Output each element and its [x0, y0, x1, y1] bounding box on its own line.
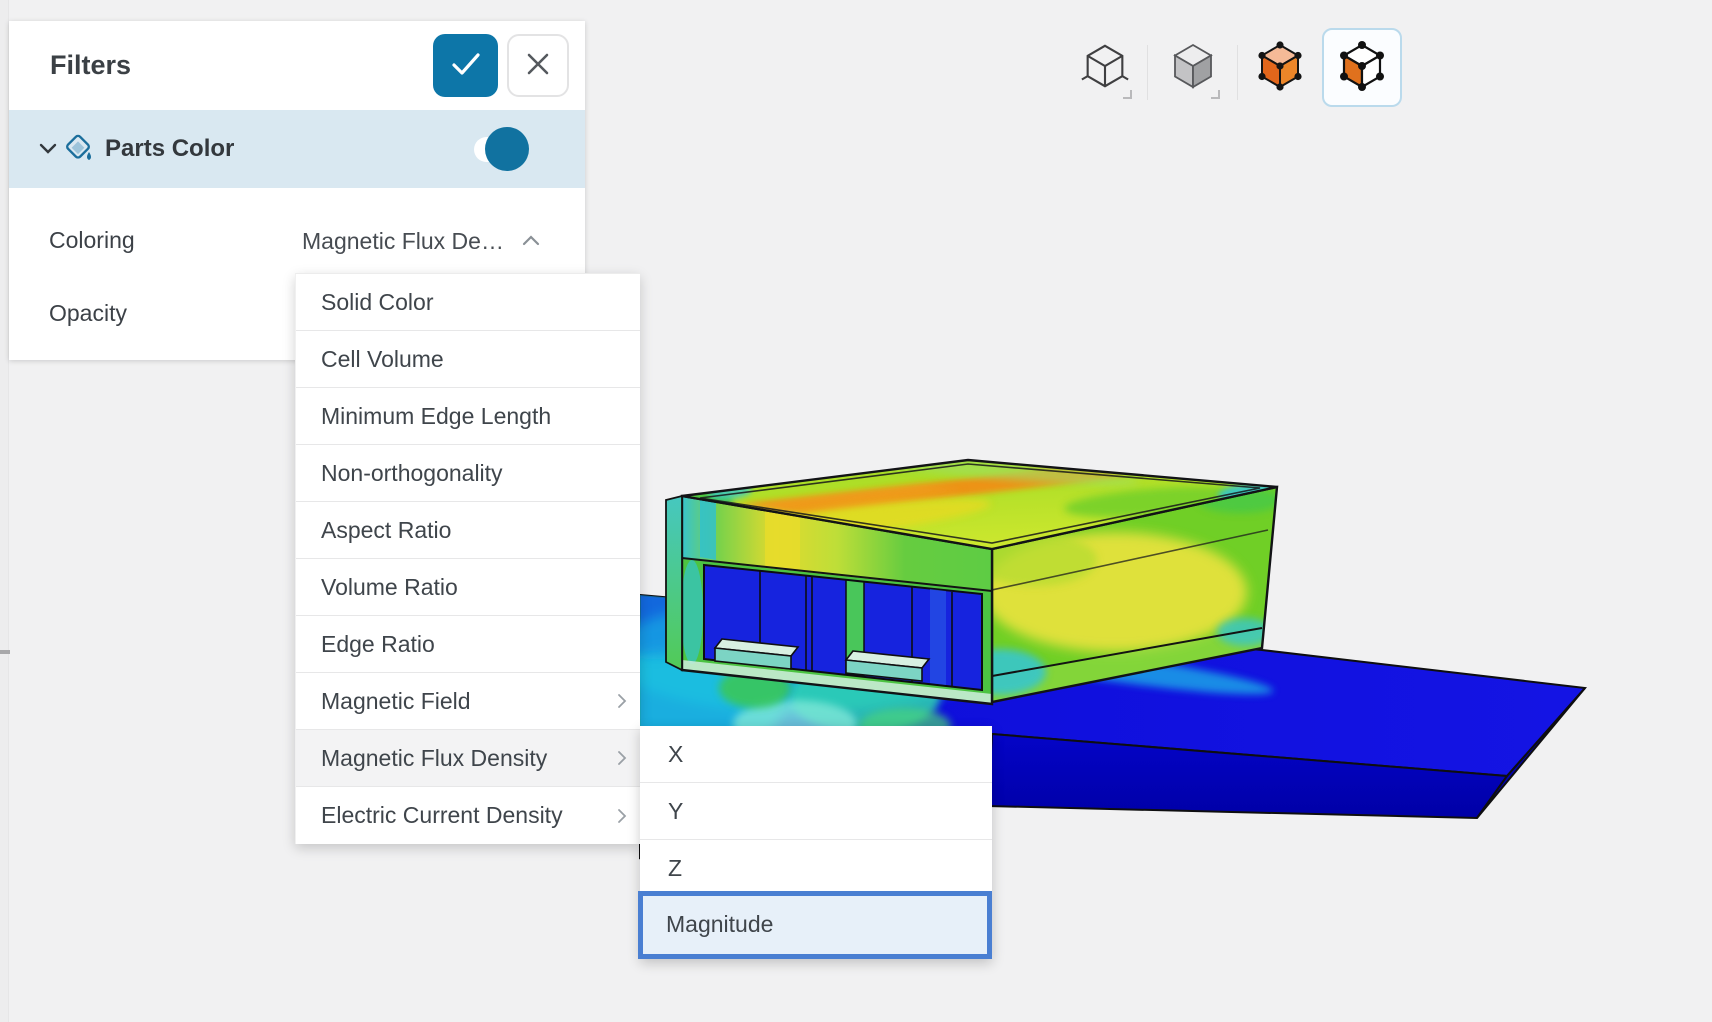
- opacity-label: Opacity: [49, 300, 127, 327]
- paint-bucket-icon: [63, 132, 97, 171]
- chevron-up-icon: [522, 234, 540, 249]
- close-filters-button[interactable]: [507, 34, 569, 97]
- menu-item-minimum-edge-length[interactable]: Minimum Edge Length: [296, 388, 640, 445]
- submenu-item-y[interactable]: Y: [640, 783, 992, 840]
- menu-item-label: Magnetic Field: [321, 688, 471, 714]
- menu-item-label: Magnetic Flux Density: [321, 745, 547, 771]
- submenu-arrow-icon: [617, 730, 627, 786]
- page-title: Filters: [50, 21, 131, 110]
- menu-item-edge-ratio[interactable]: Edge Ratio: [296, 616, 640, 673]
- surface-mesh-view-button[interactable]: [1248, 28, 1312, 107]
- coloring-menu: Solid Color Cell Volume Minimum Edge Len…: [295, 273, 640, 844]
- app-window: Filters P: [0, 0, 1712, 1022]
- menu-item-magnetic-field[interactable]: Magnetic Field: [296, 673, 640, 730]
- wireframe-cube-icon: [1079, 38, 1131, 97]
- surface-wireframe-cube-icon: [1336, 39, 1388, 96]
- parts-color-toggle[interactable]: [474, 127, 529, 171]
- coloring-value: Magnetic Flux De…: [302, 228, 504, 255]
- coloring-select[interactable]: Magnetic Flux De…: [302, 222, 572, 260]
- submenu-item-magnitude[interactable]: Magnitude: [638, 891, 992, 959]
- parts-color-label: Parts Color: [105, 110, 234, 188]
- menu-item-electric-current-density[interactable]: Electric Current Density: [296, 787, 640, 844]
- menu-item-volume-ratio[interactable]: Volume Ratio: [296, 559, 640, 616]
- menu-item-aspect-ratio[interactable]: Aspect Ratio: [296, 502, 640, 559]
- dropdown-corner-icon: [1123, 90, 1132, 99]
- chevron-down-icon: [39, 141, 57, 159]
- menu-item-non-orthogonality[interactable]: Non-orthogonality: [296, 445, 640, 502]
- menu-item-solid-color[interactable]: Solid Color: [296, 274, 640, 331]
- check-icon: [451, 52, 481, 79]
- view-mode-toolbar: [1060, 20, 1420, 115]
- menu-item-label: Electric Current Density: [321, 802, 563, 828]
- wireframe-view-button[interactable]: [1073, 28, 1137, 107]
- parts-color-section[interactable]: Parts Color: [9, 110, 585, 188]
- toolbar-separator: [1237, 45, 1238, 100]
- coloring-label: Coloring: [49, 227, 135, 254]
- toolbar-separator: [1147, 45, 1148, 100]
- submenu-item-label: Magnitude: [643, 896, 987, 952]
- solid-cube-icon: [1168, 40, 1218, 95]
- submenu-arrow-icon: [617, 788, 627, 844]
- submenu-arrow-icon: [617, 673, 627, 729]
- submenu-item-x[interactable]: X: [640, 726, 992, 783]
- dropdown-corner-icon: [1211, 90, 1220, 99]
- filters-header: Filters: [9, 21, 585, 110]
- submenu-item-z[interactable]: Z: [640, 840, 992, 897]
- solid-view-button[interactable]: [1161, 28, 1225, 107]
- surface-wireframe-view-button[interactable]: [1322, 28, 1402, 107]
- toggle-knob: [485, 127, 529, 171]
- menu-item-magnetic-flux-density[interactable]: Magnetic Flux Density: [296, 730, 640, 787]
- surface-mesh-cube-icon: [1255, 40, 1305, 95]
- apply-filters-button[interactable]: [433, 34, 498, 97]
- menu-item-cell-volume[interactable]: Cell Volume: [296, 331, 640, 388]
- close-icon: [526, 52, 550, 79]
